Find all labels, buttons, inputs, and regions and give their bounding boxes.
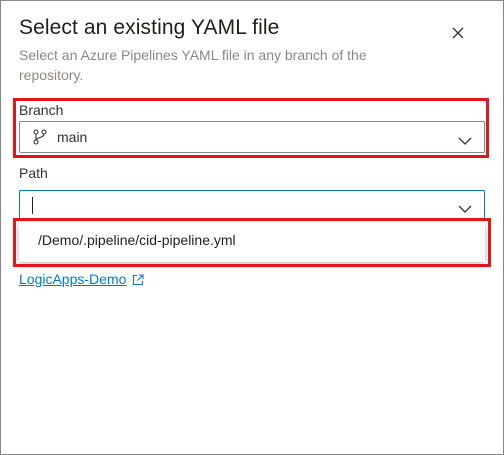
close-icon[interactable]: [449, 24, 467, 42]
path-label: Path: [19, 165, 48, 181]
chevron-down-icon[interactable]: [458, 201, 472, 213]
path-combobox[interactable]: [19, 190, 485, 220]
repository-link-label[interactable]: LogicApps-Demo: [19, 271, 126, 287]
path-suggestions-list: /Demo/.pipeline/cid-pipeline.yml: [19, 222, 485, 262]
chevron-down-icon[interactable]: [458, 133, 472, 145]
dialog-title: Select an existing YAML file: [19, 16, 280, 39]
branch-dropdown[interactable]: main: [19, 121, 485, 153]
path-input[interactable]: [28, 193, 452, 219]
text-cursor: [32, 197, 33, 214]
repository-link[interactable]: LogicApps-Demo: [19, 271, 144, 287]
branch-value: main: [57, 129, 88, 145]
branch-icon: [32, 129, 48, 145]
path-suggestion-item[interactable]: /Demo/.pipeline/cid-pipeline.yml: [38, 232, 236, 248]
branch-label: Branch: [19, 102, 64, 118]
dialog-subtitle: Select an Azure Pipelines YAML file in a…: [19, 47, 367, 83]
external-link-icon[interactable]: [132, 273, 144, 286]
